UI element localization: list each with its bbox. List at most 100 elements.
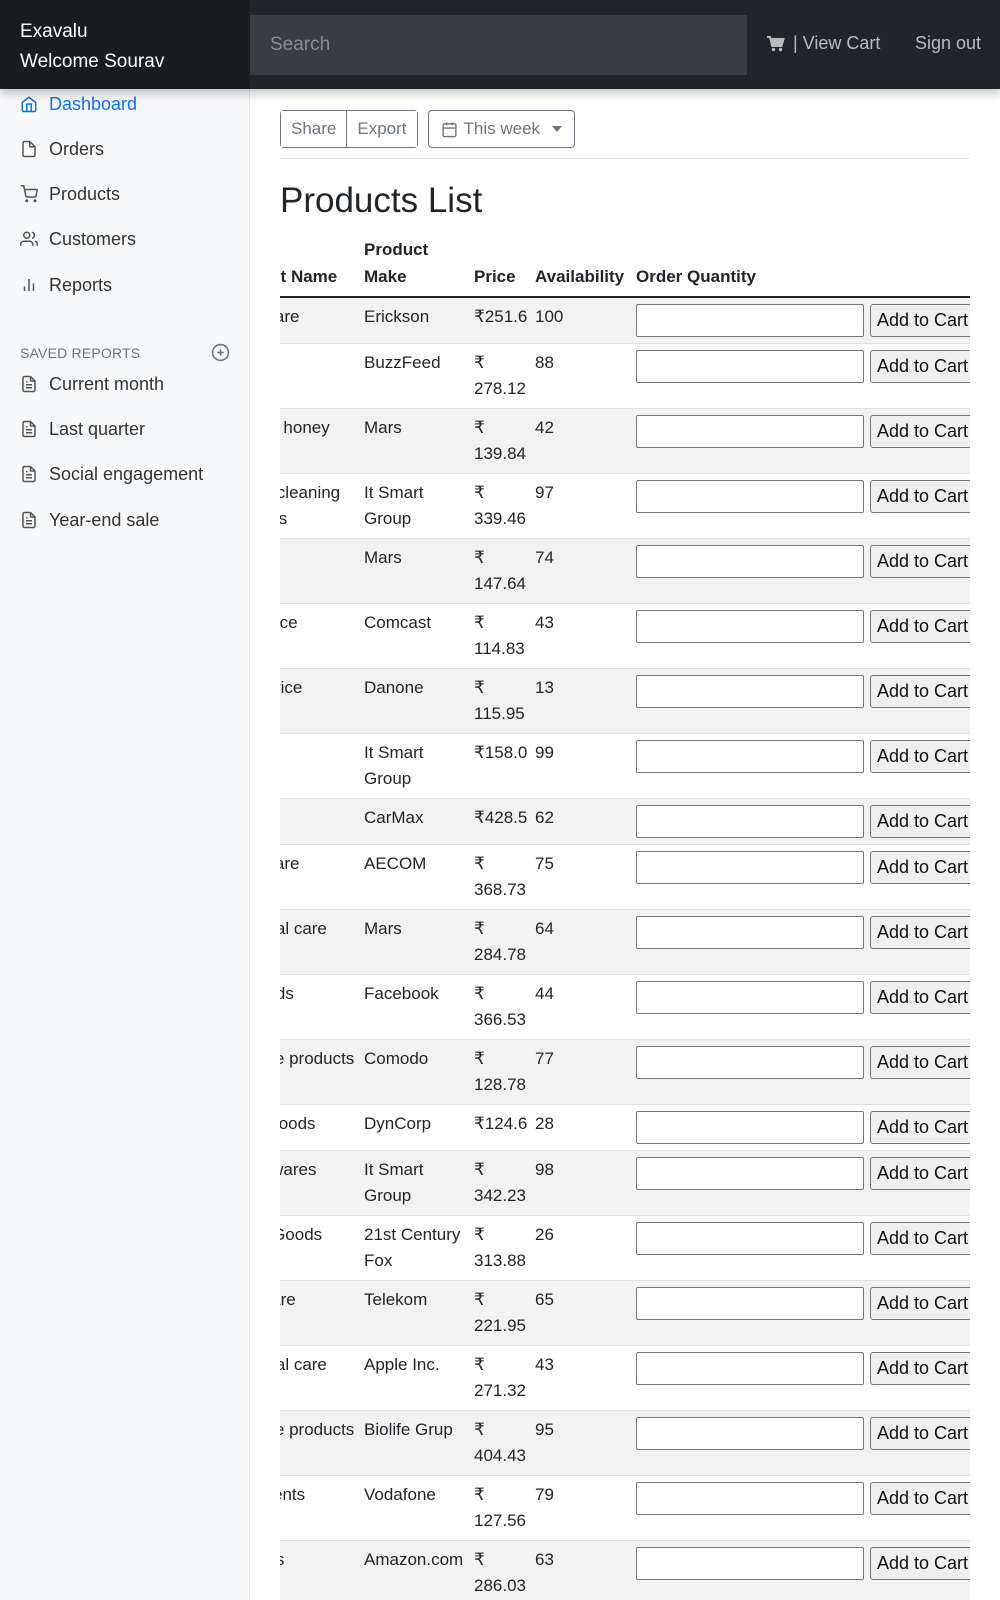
- add-to-cart-button[interactable]: Add to Cart: [870, 675, 970, 708]
- add-to-cart-button[interactable]: Add to Cart: [870, 545, 970, 578]
- users-icon: [20, 231, 38, 246]
- sidebar-item-reports[interactable]: Reports: [20, 272, 112, 298]
- add-to-cart-button[interactable]: Add to Cart: [870, 1111, 970, 1144]
- brand[interactable]: Exavalu Welcome Sourav: [0, 0, 250, 89]
- saved-report-last-quarter[interactable]: Last quarter: [20, 416, 145, 442]
- order-quantity-input[interactable]: [636, 1547, 864, 1580]
- order-quantity-input[interactable]: [636, 1417, 864, 1450]
- action-cell: Add to Cart: [866, 668, 970, 734]
- order-quantity-input[interactable]: [636, 851, 864, 884]
- sidebar-item-label: Orders: [49, 138, 105, 159]
- availability-cell: 43: [531, 1345, 632, 1411]
- saved-report-year-end-sale[interactable]: Year-end sale: [20, 507, 159, 533]
- order-quantity-input[interactable]: [636, 304, 864, 337]
- order-quantity-input[interactable]: [636, 1482, 864, 1515]
- product-make-cell: It Smart Group: [360, 1150, 470, 1216]
- saved-report-current-month[interactable]: Current month: [20, 371, 164, 397]
- order-quantity-input[interactable]: [636, 740, 864, 773]
- search-input[interactable]: [250, 15, 747, 75]
- sign-out-link[interactable]: Sign out: [915, 33, 981, 54]
- add-to-cart-button[interactable]: Add to Cart: [870, 1482, 970, 1515]
- calendar-icon: [441, 121, 457, 137]
- order-quantity-cell: [632, 668, 866, 734]
- product-make-cell: CarMax: [360, 798, 470, 845]
- share-button[interactable]: Share: [281, 111, 347, 147]
- product-make-cell: Mars: [360, 408, 470, 474]
- sidebar-item-orders[interactable]: Orders: [20, 136, 104, 162]
- product-name-cell: Detergents: [280, 1475, 360, 1541]
- table-row: House-cleaning productsIt Smart Group₹ 3…: [280, 473, 970, 539]
- table-row: Snack foodsDynCorp₹124.628 Add to Cart: [280, 1104, 970, 1151]
- product-name-cell: House-cleaning products: [280, 473, 360, 539]
- add-to-cart-button[interactable]: Add to Cart: [870, 916, 970, 949]
- product-make-cell: Danone: [360, 668, 470, 734]
- order-quantity-input[interactable]: [636, 805, 864, 838]
- sidebar-item-customers[interactable]: Customers: [20, 226, 136, 252]
- order-quantity-input[interactable]: [636, 981, 864, 1014]
- product-make-cell: Comcast: [360, 603, 470, 669]
- add-to-cart-button[interactable]: Add to Cart: [870, 1352, 970, 1385]
- table-row: Personal careApple Inc.₹ 271.3243 Add to …: [280, 1345, 970, 1411]
- this-week-dropdown[interactable]: This week: [427, 110, 576, 148]
- add-to-cart-button[interactable]: Add to Cart: [870, 805, 970, 838]
- order-quantity-cell: [632, 1039, 866, 1105]
- product-make-cell: Facebook: [360, 974, 470, 1040]
- order-quantity-input[interactable]: [636, 1157, 864, 1190]
- file-text-icon: [22, 511, 36, 529]
- price-cell: ₹ 284.78: [470, 909, 531, 975]
- add-to-cart-button[interactable]: Add to Cart: [870, 740, 970, 773]
- sidebar-item-products[interactable]: Products: [20, 181, 120, 207]
- availability-cell: 28: [531, 1104, 632, 1151]
- order-quantity-input[interactable]: [636, 1352, 864, 1385]
- saved-report-label: Social engagement: [49, 463, 204, 484]
- order-quantity-input[interactable]: [636, 480, 864, 513]
- view-cart-link[interactable]: | View Cart: [767, 33, 880, 54]
- add-to-cart-button[interactable]: Add to Cart: [870, 851, 970, 884]
- order-quantity-input[interactable]: [636, 415, 864, 448]
- add-to-cart-button[interactable]: Add to Cart: [870, 1046, 970, 1079]
- order-quantity-input[interactable]: [636, 610, 864, 643]
- add-to-cart-button[interactable]: Add to Cart: [870, 981, 970, 1014]
- product-name-cell: Brown rice: [280, 668, 360, 734]
- order-quantity-cell: [632, 1345, 866, 1411]
- action-cell: Add to Cart: [866, 473, 970, 539]
- sidebar-item-label: Dashboard: [49, 93, 138, 114]
- order-quantity-input[interactable]: [636, 350, 864, 383]
- product-name-cell: Hardware: [280, 1280, 360, 1346]
- add-to-cart-button[interactable]: Add to Cart: [870, 304, 970, 337]
- saved-report-social-engagement[interactable]: Social engagement: [20, 461, 203, 487]
- add-to-cart-button[interactable]: Add to Cart: [870, 1417, 970, 1450]
- order-quantity-input[interactable]: [636, 1111, 864, 1144]
- order-quantity-input[interactable]: [636, 916, 864, 949]
- add-to-cart-button[interactable]: Add to Cart: [870, 1547, 970, 1580]
- product-name-cell: Bar: [280, 343, 360, 409]
- order-quantity-input[interactable]: [636, 1046, 864, 1079]
- order-quantity-cell: [632, 733, 866, 799]
- export-button[interactable]: Export: [346, 111, 417, 147]
- page-title: Products List: [280, 181, 483, 220]
- product-make-cell: Biolife Grup: [360, 1410, 470, 1476]
- availability-cell: 98: [531, 1150, 632, 1216]
- add-to-cart-button[interactable]: Add to Cart: [870, 350, 970, 383]
- add-to-cart-button[interactable]: Add to Cart: [870, 1287, 970, 1320]
- order-quantity-input[interactable]: [636, 1287, 864, 1320]
- product-name-cell: Personal care: [280, 1345, 360, 1411]
- price-cell: ₹ 313.88: [470, 1215, 531, 1281]
- add-to-cart-button[interactable]: Add to Cart: [870, 610, 970, 643]
- product-name-cell: Housewares: [280, 1150, 360, 1216]
- price-cell: ₹ 115.95: [470, 668, 531, 734]
- order-quantity-input[interactable]: [636, 675, 864, 708]
- add-to-cart-button[interactable]: Add to Cart: [870, 1157, 970, 1190]
- availability-cell: 63: [531, 1540, 632, 1600]
- add-to-cart-button[interactable]: Add to Cart: [870, 1222, 970, 1255]
- sidebar-item-dashboard[interactable]: Dashboard: [20, 91, 137, 117]
- availability-cell: 13: [531, 668, 632, 734]
- order-quantity-cell: [632, 1104, 866, 1151]
- add-to-cart-button[interactable]: Add to Cart: [870, 480, 970, 513]
- add-to-cart-button[interactable]: Add to Cart: [870, 415, 970, 448]
- table-row: Paper Goods21st Century Fox₹ 313.8826 Add…: [280, 1215, 970, 1281]
- plus-circle-icon[interactable]: [211, 343, 230, 362]
- order-quantity-input[interactable]: [636, 545, 864, 578]
- order-quantity-input[interactable]: [636, 1222, 864, 1255]
- table-row: White riceComcast₹ 114.8343 Add to Cart: [280, 603, 970, 669]
